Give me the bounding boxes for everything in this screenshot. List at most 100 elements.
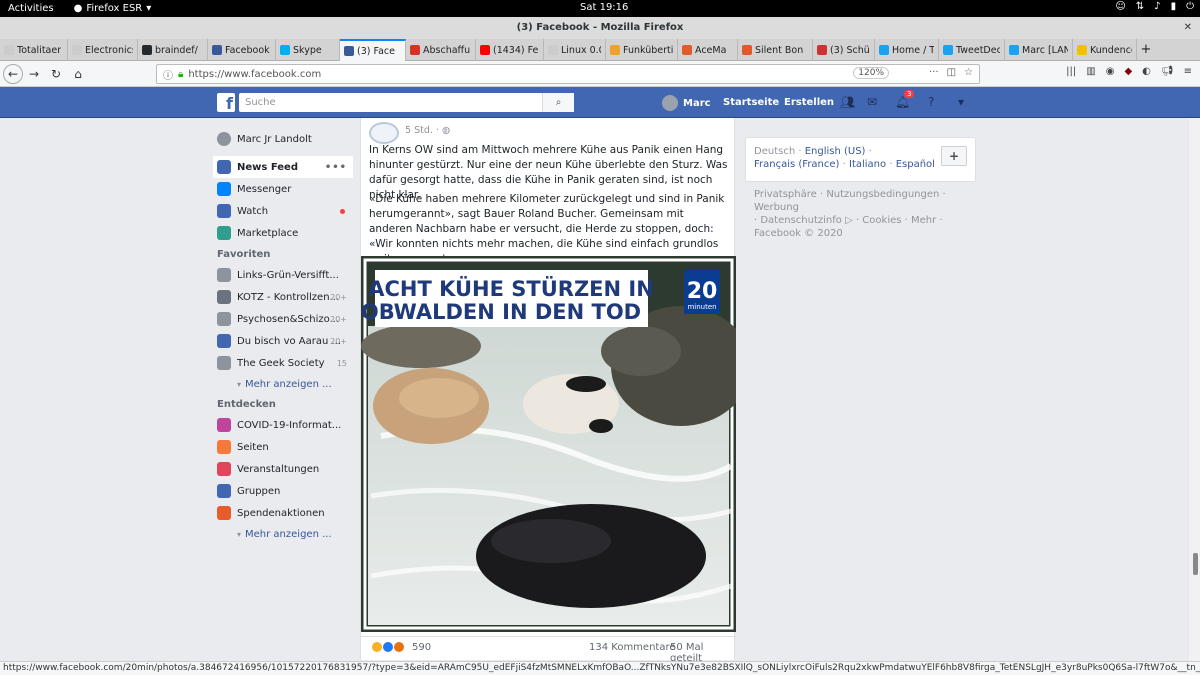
see-more-favorites-link[interactable]: ▾ Mehr anzeigen ... <box>213 374 353 394</box>
home-link[interactable]: Startseite <box>723 97 779 108</box>
home-button[interactable]: ⌂ <box>67 67 89 81</box>
unread-count: 20+ <box>330 336 347 346</box>
tab-label: AceMa <box>695 44 727 56</box>
brand-logo-number: 20 <box>687 279 718 304</box>
sidebar-item-main-0[interactable]: News Feed ••• <box>213 156 353 178</box>
menu-icon[interactable]: ≡ <box>1184 66 1192 77</box>
account-icon[interactable]: ◉ <box>1106 66 1115 77</box>
tab-1[interactable]: Electronics ar <box>68 39 138 61</box>
tab-2[interactable]: braindef/ <box>138 39 208 61</box>
page-scrollbar[interactable] <box>1189 118 1200 661</box>
messenger-icon[interactable]: ✉ <box>867 95 877 109</box>
explore-header: Entdecken <box>217 399 276 410</box>
sidebar-item-explore-label: Gruppen <box>237 485 281 497</box>
system-tray[interactable]: ☺ ⇅ ♪ ▮ ⏻ <box>1115 1 1194 12</box>
scrollbar-thumb[interactable] <box>1193 553 1198 575</box>
zoom-indicator[interactable]: 120% <box>853 67 889 79</box>
extension-icon[interactable]: ◐ <box>1142 66 1151 77</box>
tab-13[interactable]: Home / Tw <box>875 39 939 61</box>
comments-count-link[interactable]: 134 Kommentare <box>589 642 676 653</box>
library-icon[interactable]: ||| <box>1066 66 1076 77</box>
facebook-logo-icon[interactable]: f <box>217 93 235 113</box>
sidebar-item-explore-1[interactable]: Seiten <box>213 436 353 458</box>
lang-italian[interactable]: Italiano <box>849 159 886 170</box>
lock-icon[interactable]: 🔒︎ <box>178 69 183 80</box>
sidebar-item-main-icon <box>217 160 231 174</box>
sidebar-item-explore-0[interactable]: COVID-19-Informat... <box>213 414 353 436</box>
help-icon[interactable]: ? <box>928 95 934 109</box>
tab-11[interactable]: Silent Bon <box>738 39 813 61</box>
sidebar-item-main-3[interactable]: Marketplace <box>213 222 353 244</box>
tab-16[interactable]: Kundencer <box>1073 39 1137 61</box>
sidebar-item-favorite-1[interactable]: KOTZ - Kontrollzen... 20+ <box>213 286 353 308</box>
clock[interactable]: Sat 19:16 <box>580 2 628 13</box>
friend-requests-icon[interactable]: 👥︎ <box>840 95 855 109</box>
tab-14[interactable]: TweetDec <box>939 39 1005 61</box>
account-menu-chevron-icon[interactable]: ▾ <box>958 95 964 109</box>
search-icon[interactable]: ⌕ <box>542 93 574 112</box>
tab-5[interactable]: (3) Face <box>340 39 406 61</box>
tab-favicon-icon <box>72 45 82 55</box>
back-button[interactable]: ← <box>3 63 23 84</box>
info-icon[interactable]: ⓘ <box>163 67 173 82</box>
lang-english[interactable]: English (US) <box>805 146 866 157</box>
lang-french[interactable]: Français (France) <box>754 159 839 170</box>
footer-line-2[interactable]: · Datenschutzinfo ▷ · Cookies · Mehr · <box>754 214 974 227</box>
footer-copyright: Facebook © 2020 <box>754 228 843 239</box>
sidebar-item-favorite-3[interactable]: Du bisch vo Aarau ... 20+ <box>213 330 353 352</box>
post-photo[interactable]: ACHT KÜHE STÜRZEN IN OBWALDEN IN DEN TOD… <box>361 256 736 632</box>
sidebar-item-favorite-0[interactable]: Links-Grün-Versifft... <box>213 264 353 286</box>
reactions-summary[interactable]: 590 <box>371 641 431 653</box>
forward-button[interactable]: → <box>23 67 45 81</box>
tab-7[interactable]: (1434) Fer <box>476 39 544 61</box>
new-tab-button[interactable]: + <box>1137 39 1155 60</box>
page-actions-icon[interactable]: ··· <box>929 67 939 78</box>
tab-12[interactable]: (3) Schüss <box>813 39 875 61</box>
app-menu[interactable]: ● Firefox ESR ▾ <box>74 3 152 14</box>
tab-0[interactable]: Totalitaer <box>0 39 68 61</box>
language-selector: Deutsch · English (US) · Français (Franc… <box>745 137 976 182</box>
tab-label: (3) Schüss <box>830 44 870 56</box>
lang-deutsch[interactable]: Deutsch · <box>754 146 802 157</box>
url-bar[interactable]: ⓘ 🔒︎ https://www.facebook.com 120% ··· ◫… <box>156 64 980 84</box>
tab-10[interactable]: AceMa <box>678 39 738 61</box>
bookmark-star-icon[interactable]: ☆ <box>964 67 973 78</box>
tab-6[interactable]: Abschaffu <box>406 39 476 61</box>
pocket-icon[interactable]: ◫ <box>947 67 956 78</box>
post-timestamp[interactable]: 5 Std. · ◍ <box>405 125 450 136</box>
tab-4[interactable]: Skype <box>276 39 340 61</box>
close-window-button[interactable]: ✕ <box>1184 17 1192 39</box>
lang-spanish[interactable]: Español <box>896 159 935 170</box>
sidebar-item-explore-4[interactable]: Spendenaktionen <box>213 502 353 524</box>
tab-favicon-icon <box>879 45 889 55</box>
sidebar-icon[interactable]: ▥ <box>1086 66 1095 77</box>
tab-label: Home / Tw <box>892 44 934 56</box>
sidebar-item-explore-3[interactable]: Gruppen <box>213 480 353 502</box>
activities-button[interactable]: Activities <box>8 3 54 14</box>
tab-favicon-icon <box>142 45 152 55</box>
sidebar-item-favorite-2[interactable]: Psychosen&Schizo... 20+ <box>213 308 353 330</box>
sidebar-item-favorite-4[interactable]: The Geek Society 15 <box>213 352 353 374</box>
sidebar-profile[interactable]: Marc Jr Landolt <box>213 128 353 150</box>
tab-8[interactable]: Linux 0.01 ma <box>544 39 606 61</box>
firefox-icon: ● <box>73 3 83 14</box>
extension-ublock-icon[interactable]: ◆ <box>1124 66 1132 77</box>
tab-3[interactable]: Facebook <box>208 39 276 61</box>
sidebar-item-main-2[interactable]: Watch <box>213 200 353 222</box>
tab-favicon-icon <box>4 45 14 55</box>
more-options-icon[interactable]: ••• <box>325 162 347 173</box>
sidebar-item-main-1[interactable]: Messenger <box>213 178 353 200</box>
profile-link[interactable]: Marc <box>662 95 711 111</box>
footer-line-1[interactable]: Privatsphäre · Nutzungsbedingungen · Wer… <box>754 188 974 214</box>
reload-button[interactable]: ↻ <box>45 67 67 81</box>
url-text[interactable]: https://www.facebook.com <box>188 69 321 80</box>
add-language-button[interactable]: + <box>941 146 967 166</box>
sidebar-item-explore-2[interactable]: Veranstaltungen <box>213 458 353 480</box>
tab-15[interactable]: Marc [LAN <box>1005 39 1073 61</box>
extension-megaphone-icon[interactable]: 📢︎ <box>1161 66 1174 77</box>
tab-9[interactable]: Funküberti <box>606 39 678 61</box>
see-more-explore-link[interactable]: ▾ Mehr anzeigen ... <box>213 524 353 544</box>
page-avatar[interactable] <box>369 122 399 144</box>
facebook-search-input[interactable]: Suche ⌕ <box>239 93 574 112</box>
create-link[interactable]: Erstellen <box>784 97 834 108</box>
